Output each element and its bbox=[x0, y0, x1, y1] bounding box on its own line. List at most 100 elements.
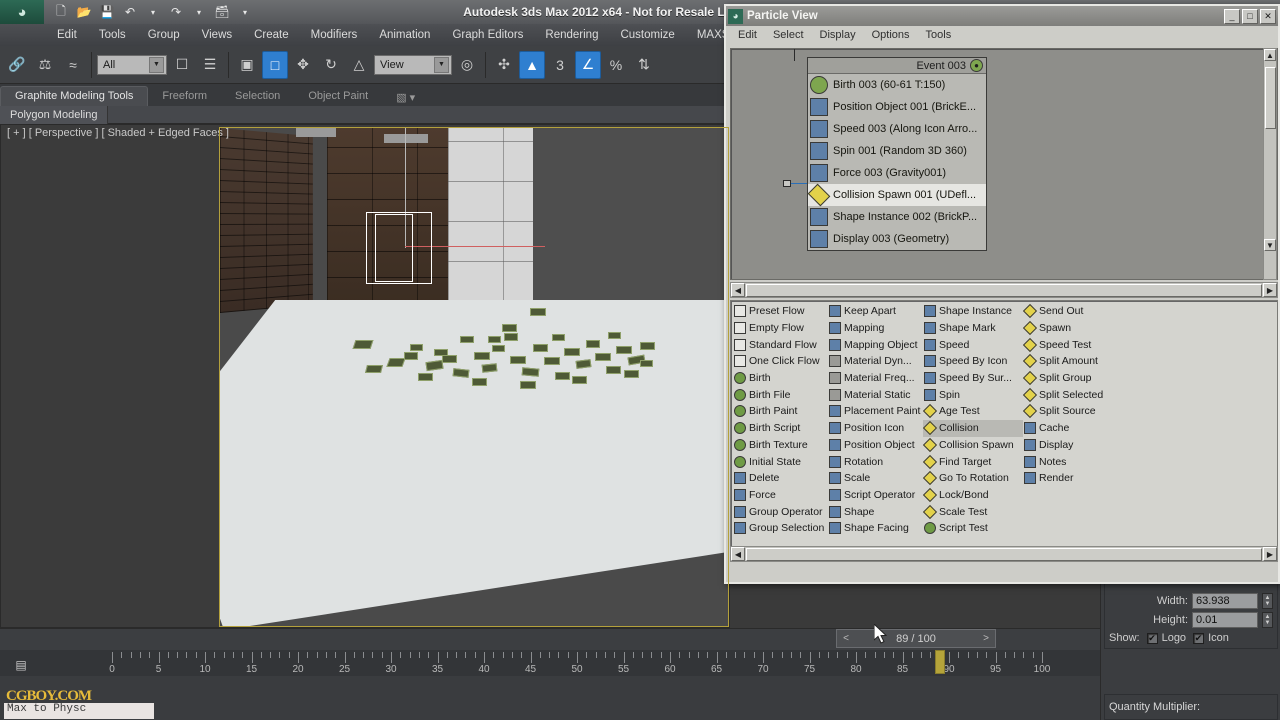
width-input[interactable]: 63.938 bbox=[1192, 593, 1258, 609]
prev-frame-arrow[interactable]: < bbox=[838, 630, 854, 647]
next-frame-arrow[interactable]: > bbox=[978, 630, 994, 647]
depot-item[interactable]: Shape Facing bbox=[828, 520, 923, 537]
select-object-icon[interactable]: ☐ bbox=[169, 51, 195, 79]
event-operator-row[interactable]: Shape Instance 002 (BrickP... bbox=[808, 206, 986, 228]
rectangular-selection-region-icon[interactable]: ▣ bbox=[234, 51, 260, 79]
particle-view-horizontal-scrollbar[interactable]: ◀ ▶ bbox=[730, 282, 1278, 298]
width-spinner[interactable]: ▲ ▼ bbox=[1262, 593, 1273, 609]
select-and-move-icon[interactable]: ✥ bbox=[290, 51, 316, 79]
depot-item[interactable]: Initial State bbox=[733, 453, 828, 470]
scroll-up-icon[interactable]: ▲ bbox=[1264, 49, 1276, 61]
timeline-playhead[interactable] bbox=[934, 650, 945, 674]
depot-item[interactable]: Spawn bbox=[1023, 320, 1123, 337]
horizontal-scroll-thumb[interactable] bbox=[746, 283, 1262, 297]
select-and-scale-icon[interactable]: △ bbox=[346, 51, 372, 79]
depot-scroll-left-icon[interactable]: ◀ bbox=[731, 547, 745, 561]
pv-menu-options[interactable]: Options bbox=[864, 28, 918, 42]
event-operator-row[interactable]: Spin 001 (Random 3D 360) bbox=[808, 140, 986, 162]
depot-item[interactable]: Shape Instance bbox=[923, 303, 1023, 320]
depot-item[interactable]: Shape bbox=[828, 503, 923, 520]
undo-icon[interactable]: ↶ bbox=[121, 3, 139, 21]
depot-item[interactable]: Split Group bbox=[1023, 370, 1123, 387]
particle-view-window[interactable]: ◕ Particle View _ □ ✕ Edit Select Displa… bbox=[724, 4, 1280, 584]
menu-item-tools[interactable]: Tools bbox=[88, 27, 137, 43]
particle-view-canvas[interactable]: Event 003 ● Birth 003 (60-61 T:150) Posit… bbox=[730, 48, 1278, 280]
pv-menu-select[interactable]: Select bbox=[765, 28, 812, 42]
open-file-icon[interactable]: 📂 bbox=[75, 3, 93, 21]
perspective-viewport[interactable]: [ + ] [ Perspective ] [ Shaded + Edged F… bbox=[0, 124, 730, 628]
depot-item[interactable]: Script Operator bbox=[828, 487, 923, 504]
pv-menu-display[interactable]: Display bbox=[812, 28, 864, 42]
depot-item[interactable]: Notes bbox=[1023, 453, 1123, 470]
spinner-snap-toggle-icon[interactable]: ⇅ bbox=[631, 51, 657, 79]
angle-snap-toggle-icon[interactable]: ∠ bbox=[575, 50, 601, 79]
tab-graphite-modeling-tools[interactable]: Graphite Modeling Tools bbox=[0, 86, 149, 106]
qat-dropdown-icon[interactable]: ▾ bbox=[236, 3, 254, 21]
event-operator-row[interactable]: Position Object 001 (BrickE... bbox=[808, 96, 986, 118]
scroll-right-icon[interactable]: ▶ bbox=[1263, 283, 1277, 297]
depot-item[interactable]: Display bbox=[1023, 437, 1123, 454]
unlink-selection-icon[interactable]: ⚖ bbox=[32, 51, 58, 79]
depot-item[interactable]: Group Selection bbox=[733, 520, 828, 537]
depot-item[interactable]: Material Static bbox=[828, 386, 923, 403]
minimize-icon[interactable]: _ bbox=[1224, 8, 1240, 24]
ribbon-panel-polygon-modeling[interactable]: Polygon Modeling bbox=[0, 105, 109, 124]
checkbox-logo[interactable]: ✔ Logo bbox=[1146, 632, 1186, 644]
tab-object-paint[interactable]: Object Paint bbox=[294, 87, 382, 106]
depot-item[interactable]: Birth Texture bbox=[733, 437, 828, 454]
snap-count-icon[interactable]: 3 bbox=[547, 51, 573, 79]
depot-item[interactable]: Scale Test bbox=[923, 503, 1023, 520]
event-operator-row[interactable]: Speed 003 (Along Icon Arro... bbox=[808, 118, 986, 140]
close-icon[interactable]: ✕ bbox=[1260, 8, 1276, 24]
depot-item[interactable]: Birth Paint bbox=[733, 403, 828, 420]
depot-item[interactable]: Speed bbox=[923, 336, 1023, 353]
checkbox-icon[interactable]: ✔ Icon bbox=[1193, 632, 1229, 644]
menu-item-create[interactable]: Create bbox=[243, 27, 300, 43]
event-operator-row[interactable]: Collision Spawn 001 (UDefl... bbox=[807, 183, 986, 207]
depot-item[interactable]: Keep Apart bbox=[828, 303, 923, 320]
depot-item[interactable]: Split Amount bbox=[1023, 353, 1123, 370]
depot-item[interactable]: Collision bbox=[923, 419, 1023, 437]
maximize-icon[interactable]: □ bbox=[1242, 8, 1258, 24]
depot-item[interactable]: Standard Flow bbox=[733, 336, 828, 353]
depot-item[interactable]: Cache bbox=[1023, 420, 1123, 437]
save-file-icon[interactable]: 💾 bbox=[98, 3, 116, 21]
depot-item[interactable]: Mapping Object bbox=[828, 336, 923, 353]
depot-horizontal-scrollbar[interactable]: ◀ ▶ bbox=[730, 546, 1278, 562]
depot-item[interactable]: Speed Test bbox=[1023, 336, 1123, 353]
open-mini-curve-editor-icon[interactable]: ▤ bbox=[8, 652, 34, 678]
depot-item[interactable]: Rotation bbox=[828, 453, 923, 470]
event-header[interactable]: Event 003 ● bbox=[808, 58, 986, 74]
ribbon-options-dropdown-icon[interactable]: ▧ ▾ bbox=[382, 88, 429, 106]
depot-item[interactable]: Preset Flow bbox=[733, 303, 828, 320]
depot-item[interactable]: Split Source bbox=[1023, 403, 1123, 420]
tab-selection[interactable]: Selection bbox=[221, 87, 294, 106]
bind-to-space-warp-icon[interactable]: ≈ bbox=[60, 51, 86, 79]
particle-view-depot[interactable]: Preset Flow Empty Flow Standard Flow One Cl… bbox=[730, 300, 1278, 548]
depot-item[interactable]: Position Icon bbox=[828, 420, 923, 437]
event-operator-row[interactable]: Birth 003 (60-61 T:150) bbox=[808, 74, 986, 96]
depot-scroll-right-icon[interactable]: ▶ bbox=[1263, 547, 1277, 561]
tab-freeform[interactable]: Freeform bbox=[148, 87, 221, 106]
depot-item[interactable]: Spin bbox=[923, 386, 1023, 403]
depot-item[interactable]: One Click Flow bbox=[733, 353, 828, 370]
depot-item[interactable]: Group Operator bbox=[733, 503, 828, 520]
pv-menu-tools[interactable]: Tools bbox=[918, 28, 960, 42]
depot-item[interactable]: Go To Rotation bbox=[923, 470, 1023, 487]
depot-item[interactable]: Render bbox=[1023, 470, 1123, 487]
depot-item[interactable]: Placement Paint bbox=[828, 403, 923, 420]
menu-item-views[interactable]: Views bbox=[191, 27, 243, 43]
depot-item[interactable]: Collision Spawn bbox=[923, 437, 1023, 454]
event-wire-socket[interactable] bbox=[783, 180, 791, 187]
viewport-label[interactable]: [ + ] [ Perspective ] [ Shaded + Edged F… bbox=[7, 127, 229, 139]
redo-dropdown-icon[interactable]: ▾ bbox=[190, 3, 208, 21]
menu-item-group[interactable]: Group bbox=[137, 27, 191, 43]
pv-menu-edit[interactable]: Edit bbox=[730, 28, 765, 42]
depot-item[interactable]: Age Test bbox=[923, 403, 1023, 420]
depot-item[interactable]: Split Selected bbox=[1023, 386, 1123, 403]
depot-item[interactable]: Birth Script bbox=[733, 420, 828, 437]
depot-item[interactable]: Scale bbox=[828, 470, 923, 487]
event-operator-row[interactable]: Force 003 (Gravity001) bbox=[808, 162, 986, 184]
depot-item[interactable]: Mapping bbox=[828, 320, 923, 337]
chevron-down-icon[interactable]: ▼ bbox=[149, 56, 164, 73]
